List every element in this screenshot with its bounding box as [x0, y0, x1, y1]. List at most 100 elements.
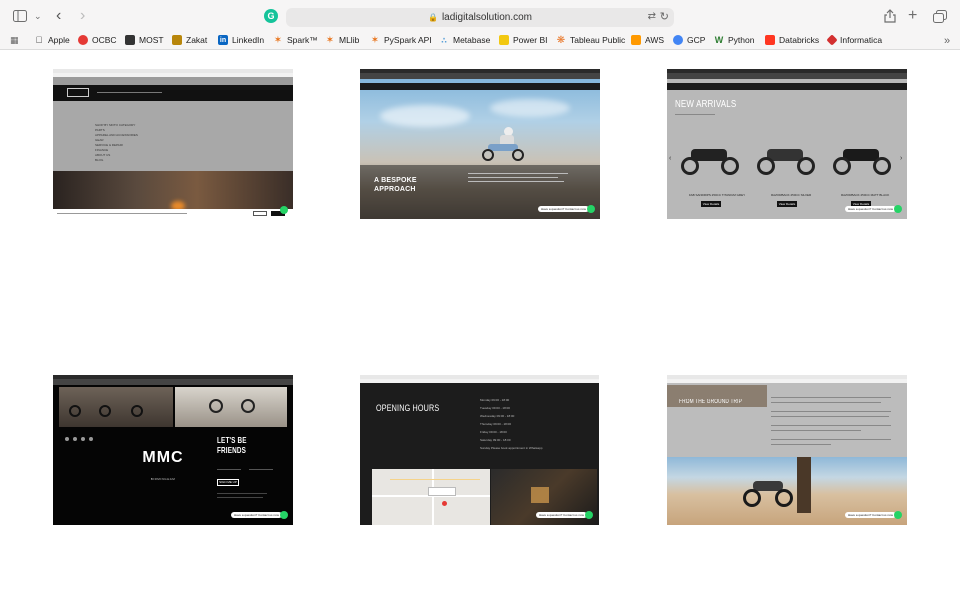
reload-icon[interactable]: ↻	[660, 10, 669, 23]
whatsapp-icon[interactable]	[894, 511, 902, 519]
view-details-button[interactable]: View Details	[701, 201, 721, 207]
bookmark-tableau-public[interactable]: ❋ Tableau Public	[556, 34, 626, 46]
article-paragraph	[771, 416, 889, 417]
screenshot-thumbnail-2[interactable]: A BESPOKE APPROACH Have a question? Cont…	[360, 69, 600, 219]
contact-chat-pill[interactable]: Have a question? Contact us now	[845, 512, 896, 518]
social-icon[interactable]	[89, 437, 93, 441]
bookmark-apple[interactable]: Apple	[34, 35, 70, 45]
motorcycle-rider	[482, 127, 526, 161]
gcp-icon	[673, 35, 683, 45]
article-paragraph	[771, 411, 891, 412]
whatsapp-icon[interactable]	[585, 511, 593, 519]
front-wheel	[482, 149, 494, 161]
grammarly-icon[interactable]: G	[264, 9, 278, 23]
bookmark-python[interactable]: W Python	[714, 35, 755, 45]
bookmark-most[interactable]: MOST	[125, 35, 164, 45]
social-icon[interactable]	[65, 437, 69, 441]
gallery-image-1	[59, 387, 173, 427]
product-card-1[interactable]	[679, 145, 743, 185]
screenshot-thumbnail-3[interactable]: NEW ARRIVALS ‹ › FAB SANDRIPS 250CC TITA…	[667, 69, 907, 219]
social-icon[interactable]	[73, 437, 77, 441]
hours-friday: Friday 09:00 - 18:00	[480, 430, 507, 434]
contact-chat-pill[interactable]: Have a question? Contact us now	[536, 512, 587, 518]
screenshot-thumbnail-4[interactable]: MMC BIRMINGHAM LET'S BE FRIENDS SIGN ME …	[53, 375, 293, 525]
map-road	[432, 469, 434, 525]
bookmark-gcp[interactable]: GCP	[673, 35, 705, 45]
product-card-3[interactable]	[831, 145, 895, 185]
front-wheel	[743, 489, 761, 507]
product-card-2[interactable]	[755, 145, 819, 185]
front-wheel	[757, 157, 775, 175]
bookmark-linkedin[interactable]: in LinkedIn	[218, 35, 264, 45]
menu-item-7: ABOUT US	[95, 153, 111, 157]
bookmark-mllib[interactable]: ✶ MLlib	[325, 35, 360, 46]
product-name-1: FAB SANDRIPS 250CC TITANIUM GREY	[689, 193, 746, 197]
cookie-banner	[53, 209, 293, 219]
forward-icon[interactable]: ›	[80, 7, 85, 24]
bookmark-metabase[interactable]: ∴ Metabase	[439, 35, 490, 45]
bookmark-databricks[interactable]: Databricks	[765, 35, 819, 45]
url-bar[interactable]: 🔒 ladigitalsolution.com ⇄ ↻	[286, 8, 674, 27]
section-title: OPENING HOURS	[376, 403, 440, 413]
chevron-down-icon[interactable]: ⌄	[34, 8, 42, 24]
location-map[interactable]	[372, 469, 490, 525]
bookmark-spark[interactable]: ✶ Spark™	[273, 35, 318, 46]
browser-toolbar: ⌄ ‹ › G 🔒 ladigitalsolution.com ⇄ ↻ +	[0, 0, 960, 32]
section-subtitle	[675, 114, 715, 115]
hero-paragraph	[468, 177, 558, 178]
thumb-bookmarks-bar	[53, 379, 293, 385]
bookmark-power-bi[interactable]: Power BI	[499, 35, 548, 45]
bookmark-ocbc[interactable]: OCBC	[78, 35, 117, 45]
rear-wheel	[775, 489, 793, 507]
form-field[interactable]	[249, 469, 273, 470]
map-info-card	[428, 487, 456, 496]
form-field[interactable]	[217, 469, 241, 470]
bookmark-informatica[interactable]: Informatica	[826, 34, 882, 46]
contact-chat-pill[interactable]: Have a question? Contact us now	[231, 512, 282, 518]
social-icon[interactable]	[81, 437, 85, 441]
whatsapp-icon[interactable]	[587, 205, 595, 213]
new-tab-icon[interactable]: +	[908, 7, 917, 24]
translate-icon[interactable]: ⇄	[648, 11, 656, 22]
contact-chat-pill[interactable]: Have a question? Contact us now	[538, 206, 589, 212]
apps-grid-icon[interactable]: ▦	[10, 35, 19, 46]
bookmark-zakat[interactable]: Zakat	[172, 35, 207, 45]
bookmarks-bar: ▦ Apple OCBC MOST Zakat inLinkedIn ✶Spa…	[0, 32, 960, 50]
tab-overview-icon[interactable]	[933, 8, 947, 24]
logo-subtitle: BIRMINGHAM	[150, 477, 176, 481]
sign-up-button[interactable]: SIGN ME UP	[217, 479, 239, 486]
dropdown-menu: SHOP BY MOTO CATEGORY PARTS APPAREL AND …	[53, 101, 293, 171]
back-icon[interactable]: ‹	[56, 7, 61, 24]
more-bookmarks-icon[interactable]: »	[944, 35, 950, 47]
legal-text	[217, 497, 263, 498]
carousel-next-icon[interactable]: ›	[900, 155, 902, 162]
menu-item-6: FINANCE	[95, 148, 109, 152]
tableau-icon: ❋	[556, 34, 566, 46]
section-title: FROM THE GROUND TRIP	[679, 399, 743, 405]
hero-title-line1: A BESPOKE	[374, 177, 417, 184]
screenshot-thumbnail-6[interactable]: FROM THE GROUND TRIP Have a question? Co…	[667, 375, 907, 525]
carousel-prev-icon[interactable]: ‹	[669, 155, 671, 162]
hero-title-line2: APPROACH	[374, 186, 416, 193]
share-icon[interactable]	[884, 8, 896, 24]
rear-wheel	[797, 157, 815, 175]
rear-wheel	[512, 149, 524, 161]
view-details-button[interactable]: View Details	[777, 201, 797, 207]
sidebar-toggle-icon[interactable]	[13, 8, 27, 24]
hours-sunday: Sunday Please book appointment in Whatsa…	[480, 446, 543, 450]
menu-item-2: PARTS	[95, 128, 105, 132]
article-paragraph	[771, 397, 891, 398]
bookmark-aws[interactable]: AWS	[631, 35, 664, 45]
menu-item-8: BLOG	[95, 158, 104, 162]
contact-chat-pill[interactable]: Have a question? Contact us now	[845, 206, 896, 212]
bookmark-pyspark-api[interactable]: ✶ PySpark API	[370, 35, 432, 46]
whatsapp-icon[interactable]	[280, 511, 288, 519]
screenshot-thumbnail-1[interactable]: SHOP BY MOTO CATEGORY PARTS APPAREL AND …	[53, 69, 293, 219]
aws-icon	[631, 35, 641, 45]
url-text: ladigitalsolution.com	[441, 12, 533, 23]
reject-all-button[interactable]	[253, 211, 267, 216]
menu-item-5: SERVICE & REPAIR	[95, 143, 123, 147]
whatsapp-icon[interactable]	[894, 205, 902, 213]
screenshot-thumbnail-5[interactable]: OPENING HOURS Monday 09:00 - 18:00 Tuesd…	[360, 375, 599, 525]
site-header	[667, 83, 907, 90]
